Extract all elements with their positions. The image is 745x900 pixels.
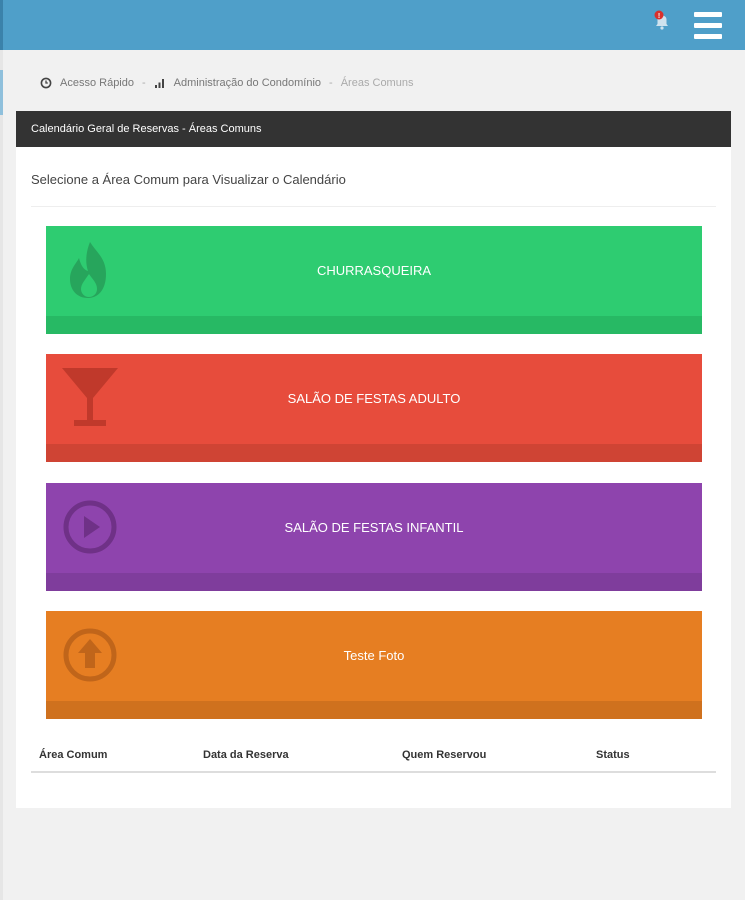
hamburger-menu-button[interactable] bbox=[692, 10, 724, 42]
area-tile-salao-adulto[interactable]: SALÃO DE FESTAS ADULTO bbox=[46, 354, 702, 462]
breadcrumb-label-current: Áreas Comuns bbox=[340, 77, 414, 89]
area-tile-band bbox=[46, 316, 702, 334]
area-tile-label: CHURRASQUEIRA bbox=[316, 263, 432, 278]
panel-subtitle: Selecione a Área Comum para Visualizar o… bbox=[31, 172, 346, 187]
breadcrumb-separator: - bbox=[329, 77, 333, 89]
divider bbox=[31, 206, 716, 207]
panel-title: Calendário Geral de Reservas - Áreas Com… bbox=[16, 111, 731, 147]
bell-icon: ! bbox=[654, 10, 668, 30]
top-navbar: ! bbox=[0, 0, 745, 50]
clock-icon bbox=[40, 77, 52, 89]
column-header-data-reserva[interactable]: Data da Reserva bbox=[203, 749, 289, 761]
area-tile-band bbox=[46, 701, 702, 719]
left-edge-accent bbox=[0, 70, 3, 115]
area-tile-teste-foto[interactable]: Teste Foto bbox=[46, 611, 702, 719]
column-header-area-comum[interactable]: Área Comum bbox=[39, 749, 107, 761]
breadcrumb-item-areas-comuns: Áreas Comuns bbox=[341, 77, 414, 89]
area-tile-label: SALÃO DE FESTAS ADULTO bbox=[287, 391, 461, 406]
area-tile-label: SALÃO DE FESTAS INFANTIL bbox=[284, 520, 464, 535]
area-tile-salao-infantil[interactable]: SALÃO DE FESTAS INFANTIL bbox=[46, 483, 702, 591]
hamburger-line bbox=[694, 34, 722, 39]
column-header-quem-reservou[interactable]: Quem Reservou bbox=[402, 749, 486, 761]
column-header-status[interactable]: Status bbox=[596, 749, 630, 761]
area-tile-label: Teste Foto bbox=[343, 648, 405, 663]
area-tile-band bbox=[46, 444, 702, 462]
breadcrumb-item-administracao[interactable]: Administração do Condomínio bbox=[154, 77, 321, 89]
hamburger-menu-icon bbox=[694, 12, 722, 17]
notification-bell[interactable]: ! bbox=[652, 10, 672, 32]
area-tile-band bbox=[46, 573, 702, 591]
left-edge-strip bbox=[0, 50, 3, 900]
reservations-table-header: Área Comum Data da Reserva Quem Reservou… bbox=[31, 740, 716, 773]
breadcrumb-item-acesso-rapido[interactable]: Acesso Rápido bbox=[40, 77, 134, 89]
breadcrumb-label: Acesso Rápido bbox=[60, 77, 134, 89]
navbar-left-edge bbox=[0, 0, 3, 50]
breadcrumb-label: Administração do Condomínio bbox=[173, 77, 322, 89]
breadcrumb: Acesso Rápido - Administração do Condomí… bbox=[40, 74, 413, 92]
reservations-panel: Calendário Geral de Reservas - Áreas Com… bbox=[16, 111, 731, 808]
breadcrumb-separator: - bbox=[142, 77, 146, 89]
notification-badge: ! bbox=[658, 13, 660, 20]
hamburger-line bbox=[694, 23, 722, 28]
signal-bars-icon bbox=[154, 79, 164, 88]
area-tile-churrasqueira[interactable]: CHURRASQUEIRA bbox=[46, 226, 702, 334]
